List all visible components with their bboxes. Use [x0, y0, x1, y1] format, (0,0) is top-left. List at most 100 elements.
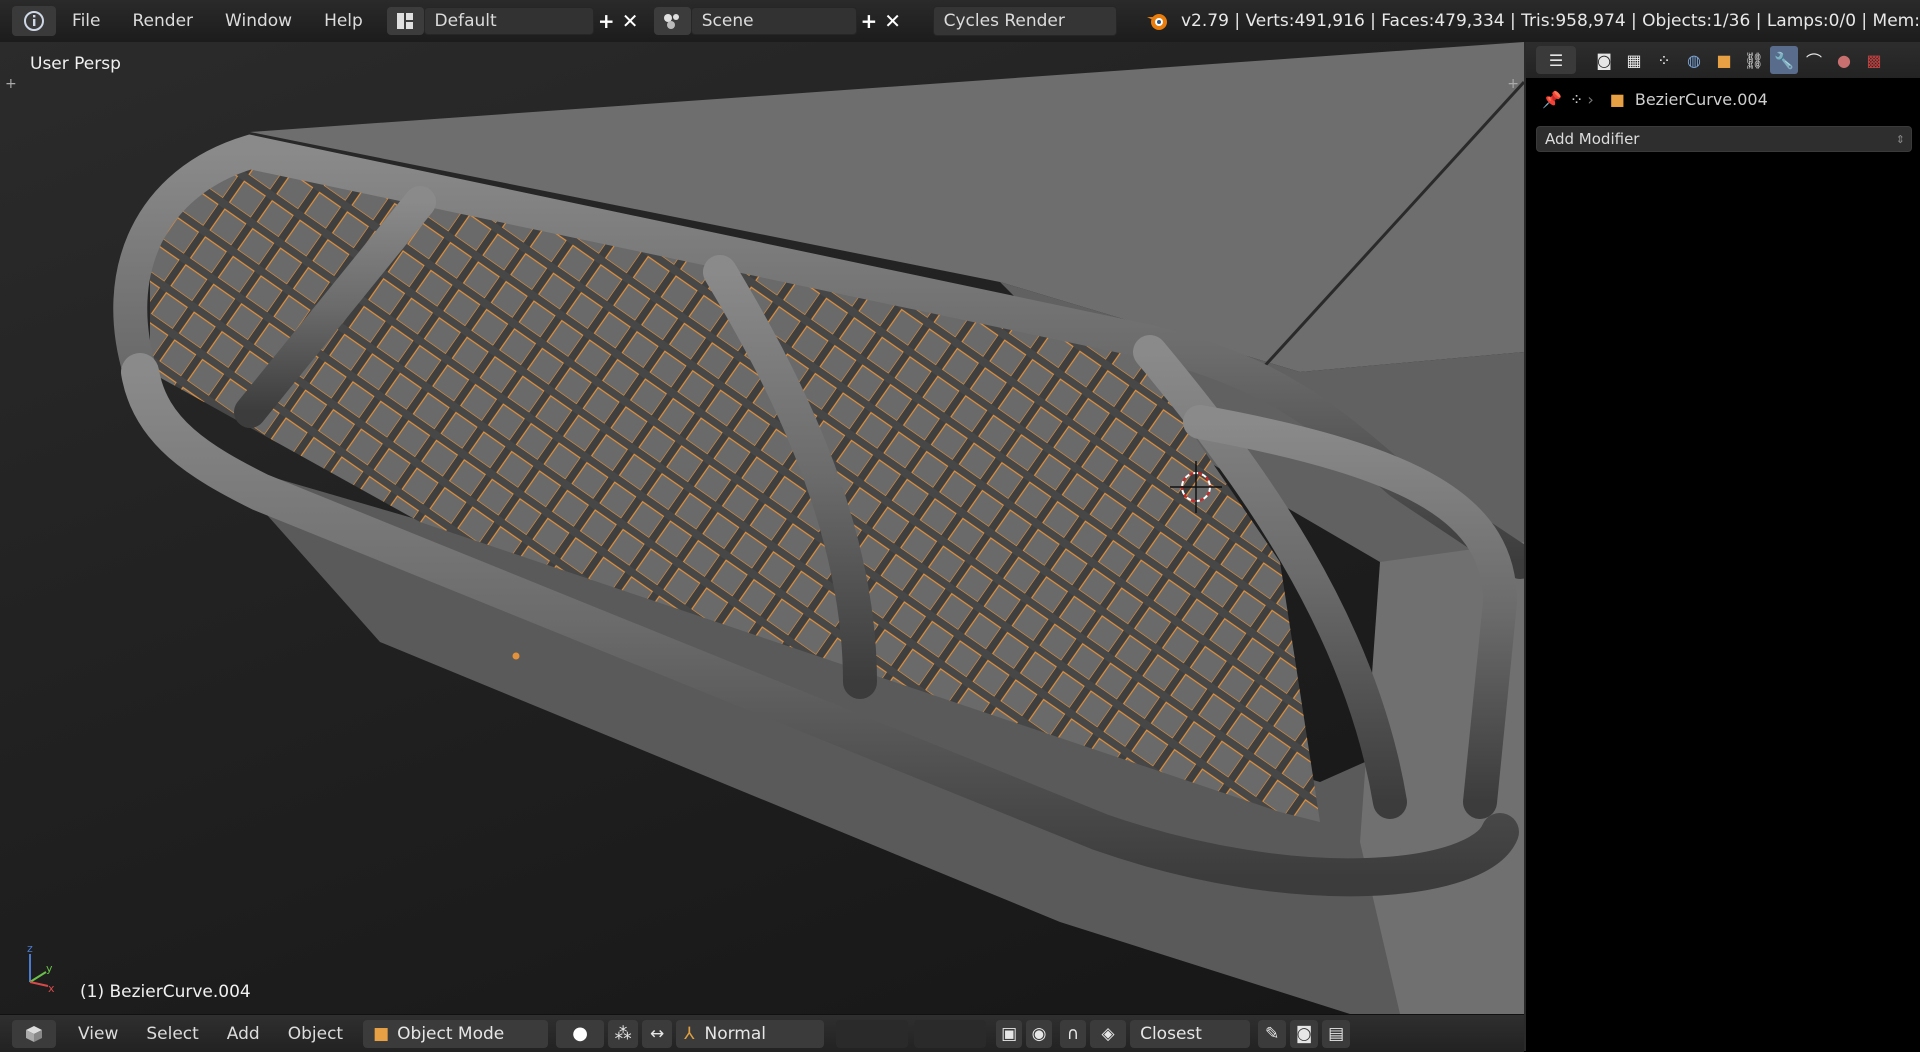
properties-header: ☰ ◙ ▦ ⁘ ◍ ■ ⛓ 🔧 ⌒ ● ▩ — [1526, 42, 1920, 78]
add-layout-button[interactable]: + — [594, 7, 618, 35]
delete-scene-button[interactable]: ✕ — [881, 7, 905, 35]
proportional-edit-toggle[interactable]: ◉ — [1026, 1019, 1053, 1048]
object-mode-icon: ■ — [373, 1023, 390, 1044]
opengl-render-still-button[interactable]: ◙ — [1290, 1019, 1319, 1048]
wrench-icon: 🔧 — [1774, 50, 1794, 70]
add-modifier-dropdown[interactable]: Add Modifier ⇕ — [1536, 126, 1912, 152]
layers-lock-icon: ▣ — [1001, 1023, 1018, 1044]
manipulator-icon: ↔ — [649, 1023, 665, 1044]
viewport-shading-dropdown[interactable]: ● — [556, 1019, 605, 1048]
snap-toggle[interactable]: ∩ — [1060, 1019, 1087, 1048]
tab-material[interactable]: ● — [1830, 46, 1858, 74]
menu-file[interactable]: File — [56, 11, 116, 31]
object-name-label: BezierCurve.004 — [1634, 89, 1768, 109]
scene-statistics: v2.79 | Verts:491,916 | Faces:479,334 | … — [1181, 11, 1920, 31]
lock-layers-toggle[interactable]: ▣ — [996, 1019, 1023, 1048]
manipulator-toggle[interactable]: ↔ — [642, 1019, 673, 1048]
scene-selector-button[interactable] — [654, 7, 691, 35]
properties-toggle-icon[interactable]: + — [1507, 76, 1519, 92]
tab-constraints[interactable]: ⛓ — [1740, 46, 1768, 74]
curve-data-icon: ⌒ — [1805, 52, 1822, 71]
svg-text:z: z — [27, 942, 33, 955]
menu-window[interactable]: Window — [209, 11, 308, 31]
camera-icon: ◙ — [1295, 1023, 1313, 1044]
add-modifier-label: Add Modifier — [1545, 130, 1640, 148]
tab-world[interactable]: ◍ — [1680, 46, 1708, 74]
tab-render-layers[interactable]: ▦ — [1620, 46, 1648, 74]
proportional-icon: ◉ — [1031, 1023, 1047, 1044]
object-path-icon: ■ — [1609, 89, 1625, 109]
properties-editor: ☰ ◙ ▦ ⁘ ◍ ■ ⛓ 🔧 ⌒ ● ▩ 📌 ⁘ › ■ BezierCurv… — [1524, 42, 1920, 1051]
editor-type-properties-button[interactable]: ☰ — [1536, 46, 1576, 74]
viewport-scene: z y x — [27, 42, 1524, 1014]
editor-type-3d-button[interactable] — [12, 1019, 56, 1048]
menu-view[interactable]: View — [64, 1024, 132, 1044]
orientation-label: Normal — [704, 1023, 766, 1044]
material-icon: ● — [1837, 50, 1851, 70]
mode-label: Object Mode — [397, 1023, 505, 1044]
properties-editor-icon: ☰ — [1548, 50, 1564, 70]
pivot-point-dropdown[interactable]: ⁂ — [608, 1019, 639, 1048]
tab-render[interactable]: ◙ — [1590, 46, 1618, 74]
delete-layout-button[interactable]: ✕ — [618, 7, 642, 35]
properties-context-path: 📌 ⁘ › ■ BezierCurve.004 — [1526, 78, 1920, 120]
snap-target-dropdown[interactable]: Closest — [1130, 1019, 1251, 1048]
object-icon: ■ — [1716, 50, 1732, 70]
transform-orientation-dropdown[interactable]: ⅄ Normal — [676, 1019, 825, 1048]
layers-grid-1[interactable] — [836, 1019, 909, 1048]
clapper-icon: ▤ — [1328, 1023, 1345, 1044]
world-icon: ◍ — [1687, 50, 1701, 70]
menu-object[interactable]: Object — [274, 1024, 357, 1044]
texture-icon: ▩ — [1866, 50, 1882, 70]
snap-target-label: Closest — [1140, 1023, 1202, 1044]
menu-select[interactable]: Select — [132, 1024, 212, 1044]
scene-name: Scene — [701, 11, 754, 31]
svg-text:y: y — [46, 962, 53, 975]
render-layers-icon: ▦ — [1626, 50, 1642, 70]
3d-view-header: View Select Add Object ■ Object Mode ● ⁂… — [0, 1014, 1524, 1052]
orientation-icon: ⅄ — [684, 1023, 695, 1044]
opengl-render-animation-button[interactable]: ▤ — [1322, 1019, 1351, 1048]
cube-icon — [26, 1025, 42, 1042]
render-engine-name: Cycles Render — [943, 11, 1065, 31]
tab-data[interactable]: ⌒ — [1800, 46, 1828, 74]
tab-modifiers[interactable]: 🔧 — [1770, 46, 1798, 74]
active-object-label: (1) BezierCurve.004 — [80, 982, 251, 1002]
svg-text:x: x — [48, 982, 55, 995]
menu-help[interactable]: Help — [308, 11, 379, 31]
mode-dropdown[interactable]: ■ Object Mode — [363, 1019, 549, 1048]
blender-logo-icon — [1147, 14, 1168, 30]
3d-viewport[interactable]: z y x User Persp + + (1) BezierCurve.004 — [0, 42, 1524, 1014]
pin-icon[interactable]: 📌 — [1542, 90, 1562, 109]
scene-tab-icon: ⁘ — [1657, 50, 1671, 70]
scene-field[interactable]: Scene — [690, 7, 857, 35]
layers-grid-2[interactable] — [914, 1019, 987, 1048]
axis-gizmo: z y x — [27, 942, 55, 995]
view-name-label: User Persp — [30, 54, 121, 74]
dropdown-arrows-icon: ⇕ — [1895, 132, 1905, 146]
menu-render[interactable]: Render — [117, 11, 210, 31]
screen-layout-field[interactable]: Default — [423, 7, 595, 35]
snap-element-icon: ◈ — [1101, 1023, 1115, 1044]
object-origin-dot — [512, 652, 520, 660]
scene-icon — [664, 14, 680, 29]
pivot-icon: ⁂ — [614, 1023, 632, 1044]
solid-shading-icon: ● — [572, 1023, 588, 1044]
snap-element-dropdown[interactable]: ◈ — [1090, 1019, 1127, 1048]
add-scene-button[interactable]: + — [857, 7, 881, 35]
chevron-right-icon: › — [1587, 89, 1594, 109]
tab-object[interactable]: ■ — [1710, 46, 1738, 74]
opengl-render-button[interactable]: ✎ — [1258, 1019, 1287, 1048]
info-header: File Render Window Help Default + ✕ Scen… — [0, 0, 1920, 43]
constraint-icon: ⛓ — [1743, 50, 1765, 70]
layout-icon — [397, 13, 414, 29]
tab-scene[interactable]: ⁘ — [1650, 46, 1678, 74]
render-engine-dropdown[interactable]: Cycles Render — [932, 6, 1118, 36]
toolshelf-toggle-icon[interactable]: + — [5, 76, 17, 92]
tab-texture[interactable]: ▩ — [1860, 46, 1888, 74]
screen-layout-button[interactable] — [386, 7, 424, 35]
scene-path-icon: ⁘ — [1569, 89, 1584, 109]
editor-type-button[interactable] — [12, 6, 57, 36]
menu-add[interactable]: Add — [213, 1024, 274, 1044]
info-icon — [24, 11, 45, 31]
